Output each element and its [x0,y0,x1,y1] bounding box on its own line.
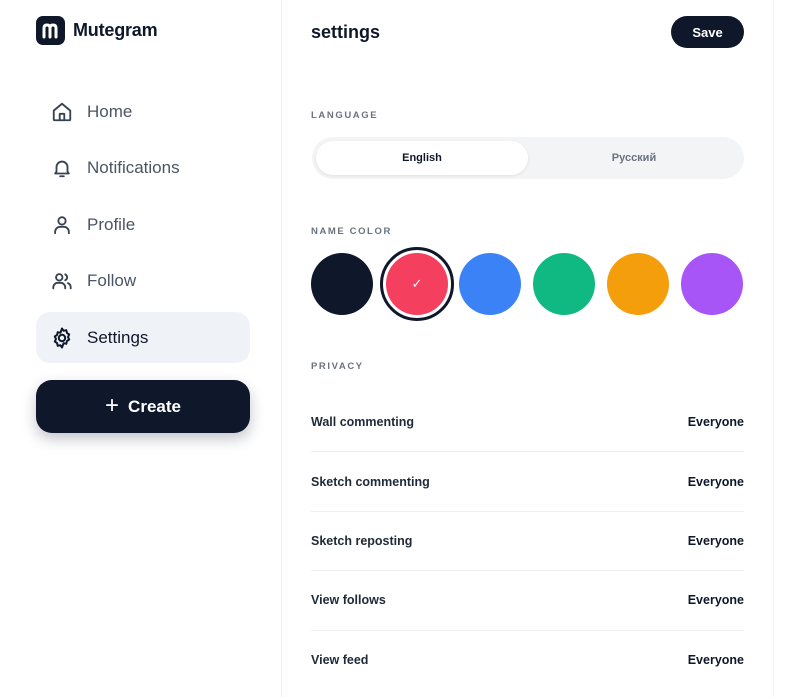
privacy-row-wall-commenting[interactable]: Wall commenting Everyone [311,393,744,453]
sidebar-item-follow[interactable]: Follow [36,256,250,307]
privacy-row-value[interactable]: Everyone [688,593,744,607]
sidebar-nav: Home Notifications Profile Follow Settin… [36,86,250,369]
create-button[interactable]: + Create [36,380,250,433]
color-swatch[interactable] [459,253,521,315]
sidebar-item-profile[interactable]: Profile [36,199,250,250]
plus-icon: + [105,391,120,419]
color-swatch[interactable] [533,253,595,315]
sidebar-item-label: Home [87,101,133,121]
sidebar-item-label: Profile [87,214,136,234]
users-icon [50,269,74,293]
color-swatch[interactable] [311,253,373,315]
sidebar-item-label: Settings [87,327,149,347]
privacy-row-view-feed[interactable]: View feed Everyone [311,631,744,690]
language-section-label: LANGUAGE [311,110,379,121]
privacy-row-label: View follows [311,593,386,608]
page-title: settings [311,22,381,42]
user-icon [50,213,74,237]
sidebar: Mutegram Home Notifications Profile Foll… [0,0,282,697]
privacy-row-value[interactable]: Everyone [688,475,744,489]
privacy-row-value[interactable]: Everyone [688,534,744,548]
check-icon: ✓ [411,276,423,291]
name-color-section-label: NAME COLOR [311,226,392,237]
save-button[interactable]: Save [671,16,744,48]
privacy-row-view-follows[interactable]: View follows Everyone [311,571,744,631]
privacy-row-label: Sketch commenting [311,474,430,489]
bell-icon [50,156,74,180]
language-option-russian[interactable]: Русский [528,141,740,175]
mutegram-logo-icon [36,16,65,45]
settings-panel: settings Save LANGUAGE English Русский N… [282,0,774,697]
privacy-row-sketch-reposting[interactable]: Sketch reposting Everyone [311,512,744,572]
color-swatch[interactable] [607,253,669,315]
privacy-row-label: View feed [311,653,369,668]
privacy-list: Wall commenting Everyone Sketch commenti… [311,393,744,690]
sidebar-item-label: Notifications [87,158,180,178]
sidebar-item-settings[interactable]: Settings [36,312,250,364]
color-swatch[interactable] [681,253,743,315]
brand[interactable]: Mutegram [36,16,158,45]
sidebar-item-notifications[interactable]: Notifications [36,143,250,194]
sidebar-item-home[interactable]: Home [36,86,250,137]
privacy-row-label: Wall commenting [311,415,415,430]
sidebar-item-label: Follow [87,271,137,291]
home-icon [50,100,74,124]
app: Mutegram Home Notifications Profile Foll… [0,0,800,697]
color-swatch-selected[interactable]: ✓ [380,247,454,321]
gear-icon [50,326,74,350]
create-button-label: Create [128,396,181,416]
privacy-row-value[interactable]: Everyone [688,415,744,429]
language-toggle: English Русский [312,137,744,179]
brand-name: Mutegram [73,20,158,40]
color-swatch-fill: ✓ [386,253,448,315]
privacy-row-label: Sketch reposting [311,533,413,548]
privacy-row-value[interactable]: Everyone [688,653,744,667]
language-option-english[interactable]: English [316,141,528,175]
privacy-section-label: PRIVACY [311,361,364,372]
privacy-row-sketch-commenting[interactable]: Sketch commenting Everyone [311,452,744,512]
